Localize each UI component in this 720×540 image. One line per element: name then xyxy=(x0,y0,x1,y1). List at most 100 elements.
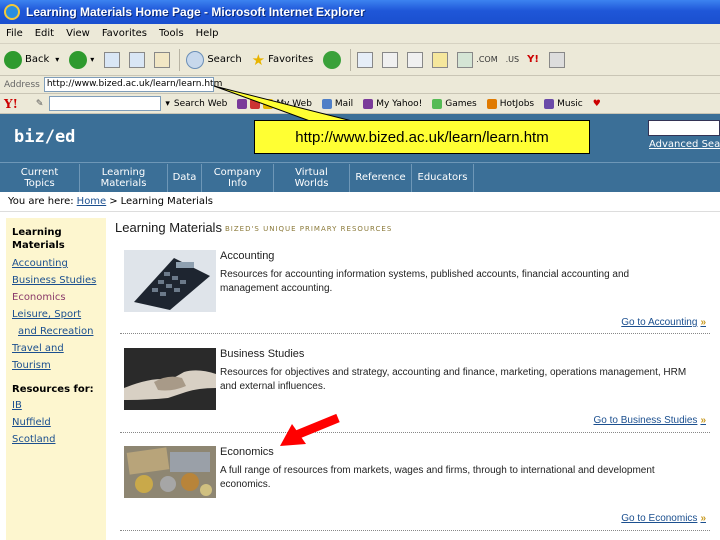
section-business-studies: Business Studies Resources for objective… xyxy=(120,348,710,428)
go-to-economics-link[interactable]: Go to Economics» xyxy=(621,513,706,524)
my-web-icon xyxy=(263,98,274,109)
internet-explorer-icon xyxy=(4,4,20,20)
heart-icon[interactable]: ♥ xyxy=(593,99,601,109)
section-description: A full range of resources from markets, … xyxy=(220,465,655,490)
browser-toolbar: Back ▾ ▾ Search ★ Favorites .COM .US Y! xyxy=(0,44,720,76)
yahoo-mail[interactable]: Mail xyxy=(321,98,353,109)
chevron-down-icon[interactable]: ▾ xyxy=(165,99,170,109)
divider xyxy=(120,530,710,531)
yahoo-logo-icon[interactable]: Y! xyxy=(4,97,18,111)
page-subtitle: BIZED'S UNIQUE PRIMARY RESOURCES xyxy=(225,225,393,233)
section-accounting: Accounting Resources for accounting info… xyxy=(120,250,710,330)
handshake-image xyxy=(124,348,216,410)
dot-us-button[interactable]: .US xyxy=(506,55,519,64)
mail-icon xyxy=(321,98,332,109)
dot-com-button[interactable]: .COM xyxy=(476,55,497,64)
left-sidebar: Learning Materials Accounting Business S… xyxy=(6,218,106,540)
double-chevron-icon: » xyxy=(700,415,706,426)
double-chevron-icon: » xyxy=(700,317,706,328)
forward-arrow-icon xyxy=(69,50,88,69)
yahoo-icon[interactable]: Y! xyxy=(527,54,539,65)
divider xyxy=(120,333,710,334)
advanced-search-link[interactable]: Advanced Search xyxy=(649,139,720,150)
resource-ib[interactable]: IB xyxy=(12,397,100,414)
resource-nuffield[interactable]: Nuffield xyxy=(12,414,100,431)
site-search-input[interactable] xyxy=(648,120,720,136)
chevron-down-icon: ▾ xyxy=(90,55,95,64)
section-title[interactable]: Economics xyxy=(220,446,274,458)
double-chevron-icon: » xyxy=(700,513,706,524)
qq-icon[interactable] xyxy=(548,51,565,68)
home-icon[interactable] xyxy=(154,51,171,68)
games-icon xyxy=(432,98,443,109)
yahoo-my-yahoo[interactable]: My Yahoo! xyxy=(363,98,422,109)
sidebar-item-accounting[interactable]: Accounting xyxy=(12,255,100,272)
messenger-icon[interactable] xyxy=(457,51,474,68)
favorites-button[interactable]: ★ Favorites xyxy=(252,51,314,69)
menu-edit[interactable]: Edit xyxy=(35,28,54,39)
address-input[interactable]: http://www.bized.ac.uk/learn/learn.htm xyxy=(43,77,222,92)
search-button[interactable]: Search xyxy=(186,50,242,69)
yahoo-icon xyxy=(237,98,248,109)
nav-data[interactable]: Data xyxy=(168,163,202,192)
back-arrow-icon xyxy=(4,50,22,69)
discuss-icon[interactable] xyxy=(432,51,449,68)
coins-and-notes-image xyxy=(124,446,216,508)
menu-tools[interactable]: Tools xyxy=(159,28,184,39)
print-icon[interactable] xyxy=(382,51,399,68)
yahoo-search-input[interactable] xyxy=(49,96,162,111)
nav-company-info[interactable]: Company Info xyxy=(202,163,274,192)
my-yahoo-icon xyxy=(363,98,374,109)
sidebar-item-travel[interactable]: Travel and xyxy=(12,340,100,357)
forward-button[interactable]: ▾ xyxy=(69,50,95,69)
resource-scotland[interactable]: Scotland xyxy=(12,431,100,448)
nav-educators[interactable]: Educators xyxy=(412,163,474,192)
yahoo-toolbar: Y! ✎ ▾ Search Web My Web Mail My Yahoo! … xyxy=(0,94,720,114)
refresh-icon[interactable] xyxy=(129,51,146,68)
toolbar-separator xyxy=(350,48,352,71)
yahoo-hotjobs[interactable]: HotJobs xyxy=(486,98,534,109)
nav-current-topics[interactable]: Current Topics xyxy=(0,163,80,192)
pencil-icon[interactable]: ✎ xyxy=(36,99,44,109)
stop-icon[interactable] xyxy=(104,51,121,68)
breadcrumb: You are here: Home > Learning Materials xyxy=(0,192,720,212)
divider xyxy=(120,432,710,433)
edit-icon[interactable] xyxy=(407,51,424,68)
resources-heading: Resources for: xyxy=(12,384,94,395)
address-label: Address xyxy=(4,79,40,90)
site-nav: Current Topics Learning Materials Data C… xyxy=(0,162,720,192)
menu-file[interactable]: File xyxy=(6,28,23,39)
url-callout: http://www.bized.ac.uk/learn/learn.htm xyxy=(254,120,590,154)
sidebar-item-business-studies[interactable]: Business Studies xyxy=(12,272,100,289)
bized-logo[interactable]: biz/ed xyxy=(14,127,75,147)
menu-view[interactable]: View xyxy=(66,28,90,39)
search-web-button[interactable]: Search Web xyxy=(174,99,227,109)
sidebar-item-leisure[interactable]: Leisure, Sport xyxy=(12,306,100,323)
back-button[interactable]: Back ▾ xyxy=(4,50,59,69)
sidebar-item-travel-cont[interactable]: Tourism xyxy=(12,357,100,374)
nav-virtual-worlds[interactable]: Virtual Worlds xyxy=(274,163,350,192)
nav-learning-materials[interactable]: Learning Materials xyxy=(80,163,168,192)
yahoo-games[interactable]: Games xyxy=(432,98,477,109)
yahoo-music[interactable]: Music xyxy=(544,98,583,109)
page-title: Learning Materials xyxy=(115,220,222,235)
section-economics: Economics A full range of resources from… xyxy=(120,446,710,536)
section-title[interactable]: Business Studies xyxy=(220,348,304,360)
section-title[interactable]: Accounting xyxy=(220,250,274,262)
breadcrumb-home-link[interactable]: Home xyxy=(77,196,107,207)
menu-help[interactable]: Help xyxy=(196,28,219,39)
address-bar: Address http://www.bized.ac.uk/learn/lea… xyxy=(0,76,720,94)
go-to-accounting-link[interactable]: Go to Accounting» xyxy=(621,317,706,328)
go-to-business-studies-link[interactable]: Go to Business Studies» xyxy=(593,415,706,426)
nav-reference[interactable]: Reference xyxy=(350,163,412,192)
menu-favorites[interactable]: Favorites xyxy=(102,28,147,39)
hotjobs-icon xyxy=(486,98,497,109)
sidebar-item-leisure-cont[interactable]: and Recreation xyxy=(12,323,100,340)
section-description: Resources for accounting information sys… xyxy=(220,269,630,294)
calculator-image xyxy=(124,250,216,312)
history-icon[interactable] xyxy=(323,50,342,69)
sidebar-item-economics[interactable]: Economics xyxy=(12,289,100,306)
search-icon xyxy=(186,50,205,69)
mail-icon[interactable] xyxy=(357,51,374,68)
yahoo-my-web[interactable]: My Web xyxy=(263,98,312,109)
